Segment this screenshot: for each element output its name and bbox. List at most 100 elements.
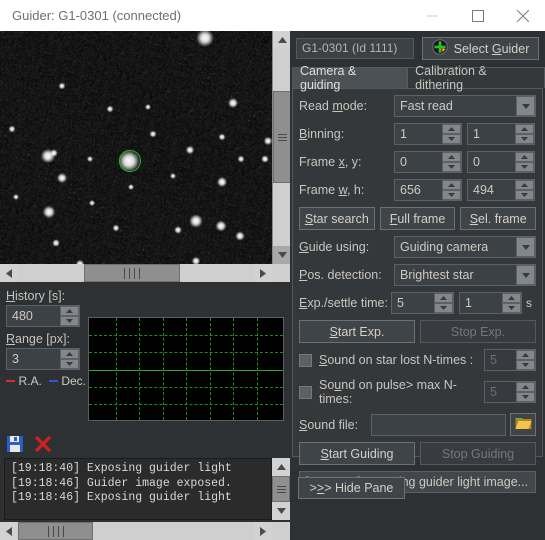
- settle-time-input[interactable]: 1: [459, 292, 522, 314]
- save-icon[interactable]: [6, 435, 24, 456]
- stepper-down-icon[interactable]: [516, 360, 535, 370]
- stepper-up-icon[interactable]: [442, 152, 461, 162]
- log-hscroll-thumb[interactable]: [18, 522, 93, 540]
- stepper-up-icon[interactable]: [434, 293, 453, 303]
- scroll-right-icon[interactable]: [254, 522, 272, 540]
- exposure-stepper[interactable]: [434, 293, 453, 313]
- stepper-down-icon[interactable]: [502, 303, 521, 313]
- scroll-up-icon[interactable]: [272, 458, 290, 476]
- close-button[interactable]: [500, 0, 545, 31]
- guider-name-field[interactable]: G1-0301 (Id 1111): [296, 38, 414, 59]
- log-horizontal-scrollbar[interactable]: [0, 522, 290, 540]
- stepper-down-icon[interactable]: [515, 190, 534, 200]
- frame-y-input[interactable]: 0: [467, 151, 535, 173]
- stepper-up-icon[interactable]: [516, 382, 535, 392]
- sound-pulse-max-count[interactable]: 5: [484, 381, 536, 403]
- chevron-down-icon[interactable]: [516, 237, 535, 257]
- read-mode-row: Read mode: Fast read: [299, 95, 536, 117]
- stepper-up-icon[interactable]: [515, 124, 534, 134]
- hscroll-thumb[interactable]: [84, 264, 180, 282]
- sound-file-browse-button[interactable]: [510, 413, 536, 436]
- full-frame-button[interactable]: Full frame: [379, 207, 456, 230]
- guider-image-view[interactable]: [0, 31, 272, 264]
- stepper-down-icon[interactable]: [60, 316, 79, 326]
- log-vertical-scrollbar[interactable]: [272, 458, 290, 520]
- binning-x-stepper[interactable]: [442, 124, 461, 144]
- history-input[interactable]: 480: [6, 305, 80, 327]
- exposure-time-input[interactable]: 5: [391, 292, 454, 314]
- frame-xy-label: Frame x, y:: [299, 155, 362, 169]
- image-horizontal-scrollbar[interactable]: [0, 264, 290, 282]
- frame-h-input[interactable]: 494: [467, 179, 535, 201]
- frame-h-stepper[interactable]: [515, 180, 534, 200]
- guiding-buttons-row: Start Guiding Stop Guiding: [299, 442, 536, 465]
- log-vscroll-thumb[interactable]: [272, 476, 290, 502]
- sound-pulse-max-stepper[interactable]: [516, 382, 535, 402]
- range-value: 3: [12, 352, 19, 366]
- range-stepper[interactable]: [60, 349, 79, 369]
- guiding-history-graph[interactable]: [88, 317, 284, 421]
- select-guider-button[interactable]: Select Guider: [422, 37, 539, 60]
- log-output[interactable]: [19:18:40] Exposing guider light [19:18:…: [4, 458, 272, 520]
- stepper-down-icon[interactable]: [442, 162, 461, 172]
- stepper-up-icon[interactable]: [442, 180, 461, 190]
- stepper-up-icon[interactable]: [60, 306, 79, 316]
- guide-using-select[interactable]: Guiding camera: [394, 236, 536, 258]
- stepper-up-icon[interactable]: [60, 349, 79, 359]
- vscroll-thumb[interactable]: [273, 91, 291, 183]
- stepper-up-icon[interactable]: [515, 180, 534, 190]
- stepper-down-icon[interactable]: [515, 162, 534, 172]
- sound-star-lost-count[interactable]: 5: [484, 349, 536, 371]
- sound-pulse-max-checkbox[interactable]: [299, 385, 312, 399]
- stepper-up-icon[interactable]: [515, 152, 534, 162]
- sound-file-input[interactable]: [371, 413, 506, 436]
- start-exposure-button[interactable]: Start Exp.: [299, 320, 415, 343]
- start-guiding-button[interactable]: Start Guiding: [299, 442, 415, 465]
- image-vertical-scrollbar[interactable]: [272, 31, 291, 264]
- chevron-down-icon[interactable]: [516, 265, 535, 285]
- stepper-down-icon[interactable]: [516, 392, 535, 402]
- pos-detection-select[interactable]: Brightest star: [394, 264, 536, 286]
- stepper-down-icon[interactable]: [60, 359, 79, 369]
- stepper-down-icon[interactable]: [442, 190, 461, 200]
- tab-bar: Camera & guiding Calibration & dithering: [292, 64, 545, 92]
- frame-x-stepper[interactable]: [442, 152, 461, 172]
- sound-star-lost-checkbox[interactable]: [299, 353, 312, 367]
- tab-calibration-dithering[interactable]: Calibration & dithering: [407, 64, 545, 92]
- sel-frame-button[interactable]: Sel. frame: [460, 207, 537, 230]
- stop-exposure-button[interactable]: Stop Exp.: [420, 320, 536, 343]
- scroll-left-icon[interactable]: [0, 264, 18, 282]
- stepper-down-icon[interactable]: [434, 303, 453, 313]
- scroll-down-icon[interactable]: [273, 246, 291, 264]
- binning-y-stepper[interactable]: [515, 124, 534, 144]
- hide-pane-button[interactable]: > > > Hide Pane: [298, 477, 405, 499]
- scroll-down-icon[interactable]: [272, 502, 290, 520]
- history-stepper[interactable]: [60, 306, 79, 326]
- sound-star-lost-stepper[interactable]: [516, 350, 535, 370]
- vscroll-track[interactable]: [273, 49, 291, 246]
- settle-stepper[interactable]: [502, 293, 521, 313]
- binning-x-input[interactable]: 1: [394, 123, 462, 145]
- stepper-up-icon[interactable]: [502, 293, 521, 303]
- scroll-left-icon[interactable]: [0, 522, 18, 540]
- stepper-up-icon[interactable]: [516, 350, 535, 360]
- frame-x-input[interactable]: 0: [394, 151, 462, 173]
- stepper-up-icon[interactable]: [442, 124, 461, 134]
- stepper-down-icon[interactable]: [515, 134, 534, 144]
- maximize-button[interactable]: [455, 0, 500, 31]
- clear-icon[interactable]: [34, 435, 52, 456]
- scroll-up-icon[interactable]: [273, 31, 291, 49]
- minimize-button[interactable]: [410, 0, 455, 31]
- stop-guiding-button[interactable]: Stop Guiding: [420, 442, 536, 465]
- frame-w-input[interactable]: 656: [394, 179, 462, 201]
- stepper-down-icon[interactable]: [442, 134, 461, 144]
- frame-w-stepper[interactable]: [442, 180, 461, 200]
- range-input[interactable]: 3: [6, 348, 80, 370]
- star-search-button[interactable]: Star search: [299, 207, 375, 230]
- tab-camera-guiding[interactable]: Camera & guiding: [292, 64, 408, 92]
- scroll-right-icon[interactable]: [254, 264, 272, 282]
- binning-y-input[interactable]: 1: [467, 123, 535, 145]
- read-mode-select[interactable]: Fast read: [394, 95, 536, 117]
- frame-y-stepper[interactable]: [515, 152, 534, 172]
- chevron-down-icon[interactable]: [516, 96, 535, 116]
